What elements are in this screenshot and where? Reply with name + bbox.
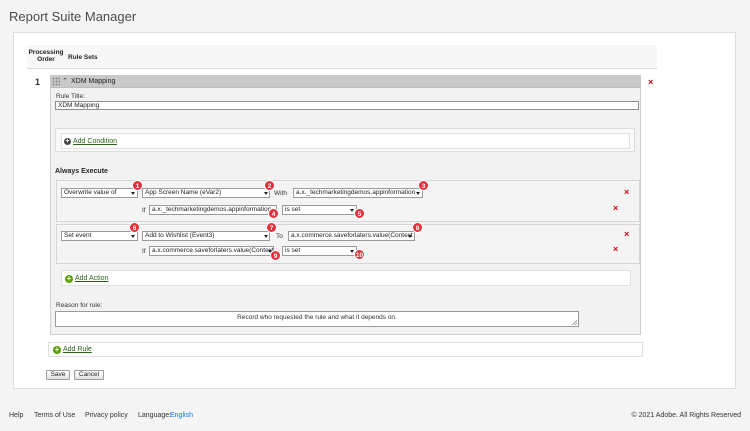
footer-terms-link[interactable]: Terms of Use (34, 412, 75, 419)
add-circle-icon[interactable]: + (64, 138, 71, 145)
rule-header[interactable] (50, 75, 641, 88)
condition-field-select[interactable]: a.x._techmarketingdemos.appinformation (149, 205, 277, 215)
callout-badge: 7 (266, 222, 277, 233)
dropdown-caret-icon (131, 192, 135, 195)
reason-textarea[interactable]: Record who requested the rule and what i… (55, 311, 579, 327)
action-target-select[interactable]: Add to Wishlist (Event3) (142, 231, 270, 241)
action-verb-select[interactable]: Overwrite value of (61, 188, 138, 198)
collapse-caret-icon[interactable]: ⌃ (62, 77, 68, 85)
reason-label: Reason for rule: (56, 302, 103, 309)
if-label: If (142, 207, 146, 214)
always-execute-label: Always Execute (55, 168, 108, 175)
action-row (56, 180, 640, 222)
delete-action-icon[interactable]: × (624, 230, 629, 239)
delete-condition-icon[interactable]: × (613, 204, 618, 213)
dropdown-caret-icon (264, 192, 268, 195)
add-action-row (61, 270, 631, 286)
if-label: If (142, 248, 146, 255)
save-button[interactable]: Save (46, 370, 70, 380)
reason-text: Record who requested the rule and what i… (237, 314, 397, 321)
condition-field-select[interactable]: a.x.commerce.saveforlaters.value(Context (149, 246, 274, 256)
rule-title-input[interactable]: XDM Mapping (55, 101, 639, 110)
callout-badge: 8 (412, 222, 423, 233)
connector-label: With (274, 190, 287, 197)
callout-badge: 5 (354, 208, 365, 219)
page-title: Report Suite Manager (9, 9, 137, 24)
table-header (27, 45, 657, 68)
action-row (56, 224, 640, 264)
resize-handle-icon[interactable] (572, 320, 577, 325)
dropdown-caret-icon (264, 235, 268, 238)
connector-label: To (276, 233, 283, 240)
add-circle-icon[interactable]: + (65, 275, 73, 283)
callout-badge: 6 (129, 222, 140, 233)
callout-badge: 4 (268, 208, 279, 219)
delete-rule-icon[interactable]: × (648, 78, 653, 87)
col-header-processing-order: Processing Order (28, 49, 64, 63)
footer-copyright: © 2021 Adobe. All Rights Reserved (631, 412, 741, 419)
add-condition-row (61, 133, 630, 149)
footer-language-label: Language: (138, 412, 172, 419)
callout-badge: 9 (270, 250, 281, 261)
divider (27, 68, 657, 69)
dropdown-caret-icon (408, 235, 412, 238)
action-value-select[interactable]: a.x._techmarketingdemos.appinformation (293, 188, 423, 198)
add-rule-link[interactable]: Add Rule (63, 346, 92, 353)
delete-action-icon[interactable]: × (624, 188, 629, 197)
rule-title-label: Rule Title: (56, 93, 85, 100)
add-condition-link[interactable]: Add Condition (73, 138, 117, 145)
add-rule-row (48, 342, 643, 357)
grip-icon[interactable] (52, 77, 60, 86)
dropdown-caret-icon (131, 235, 135, 238)
footer-privacy-link[interactable]: Privacy policy (85, 412, 128, 419)
add-action-link[interactable]: Add Action (75, 275, 108, 282)
dropdown-caret-icon (416, 192, 420, 195)
cancel-button[interactable]: Cancel (74, 370, 104, 380)
footer-help-link[interactable]: Help (9, 412, 23, 419)
callout-badge: 10 (354, 249, 365, 260)
col-header-rule-sets: Rule Sets (68, 54, 98, 61)
rule-header-label: XDM Mapping (71, 78, 116, 85)
callout-badge: 3 (418, 180, 429, 191)
rule-order-number: 1 (35, 77, 41, 87)
delete-condition-icon[interactable]: × (613, 245, 618, 254)
action-verb-select[interactable]: Set event (61, 231, 138, 241)
add-circle-icon[interactable]: + (53, 346, 61, 354)
footer-language-link[interactable]: English (170, 412, 193, 419)
condition-operator-select[interactable]: is set (282, 246, 357, 256)
action-target-select[interactable]: App Screen Name (eVar2) (142, 188, 270, 198)
action-value-select[interactable]: a.x.commerce.saveforlaters.value(Context (288, 231, 415, 241)
condition-operator-select[interactable]: is set (282, 205, 357, 215)
